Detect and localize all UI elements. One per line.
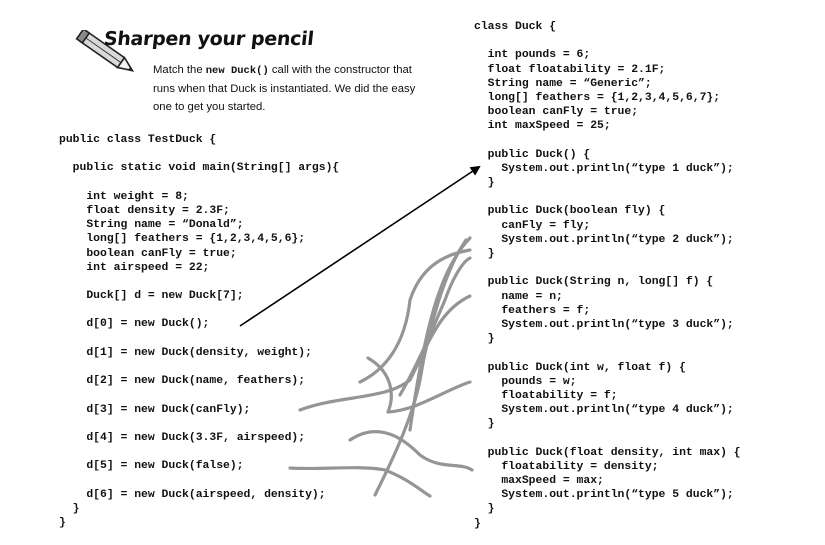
match-line-5 xyxy=(288,466,432,498)
match-line-4 xyxy=(348,429,474,472)
matching-lines-overlay xyxy=(239,165,481,498)
match-line-8 xyxy=(398,256,472,397)
pencil-match-lines xyxy=(288,236,474,498)
